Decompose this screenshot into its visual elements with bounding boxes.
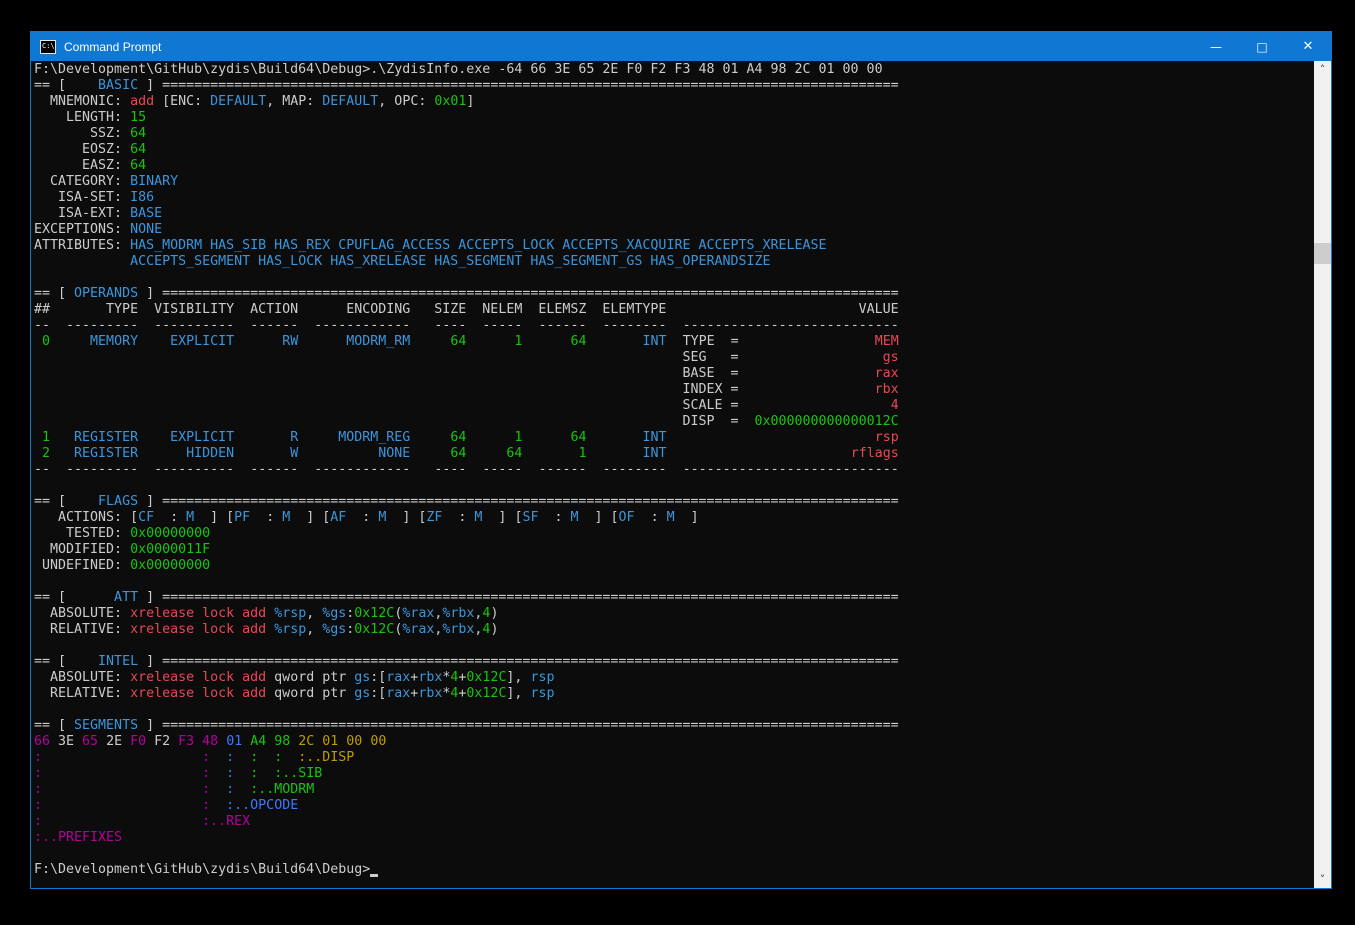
close-button[interactable]: ✕ <box>1285 32 1331 61</box>
terminal-line: EXCEPTIONS: NONE <box>34 222 1331 238</box>
terminal-line: 0 MEMORY EXPLICIT RW MODRM_RM 64 1 64 IN… <box>34 334 1331 350</box>
terminal-line: LENGTH: 15 <box>34 110 1331 126</box>
terminal-line: INDEX = rbx <box>34 382 1331 398</box>
scroll-down-icon[interactable]: ˅ <box>1314 871 1331 888</box>
terminal-line: F:\Development\GitHub\zydis\Build64\Debu… <box>34 862 1331 878</box>
terminal-line: == [ ATT ] =============================… <box>34 590 1331 606</box>
terminal-output: F:\Development\GitHub\zydis\Build64\Debu… <box>31 61 1331 878</box>
text-cursor <box>370 864 378 877</box>
terminal-line: TESTED: 0x00000000 <box>34 526 1331 542</box>
terminal-line: == [ OPERANDS ] ========================… <box>34 286 1331 302</box>
terminal-line: BASE = rax <box>34 366 1331 382</box>
desktop-background: C:\_ Command Prompt — □ ✕ F:\Development… <box>0 0 1355 925</box>
terminal-line: MNEMONIC: add [ENC: DEFAULT, MAP: DEFAUL… <box>34 94 1331 110</box>
terminal-line: == [ SEGMENTS ] ========================… <box>34 718 1331 734</box>
scroll-up-icon[interactable]: ˄ <box>1314 61 1331 78</box>
terminal-line: ABSOLUTE: xrelease lock add qword ptr gs… <box>34 670 1331 686</box>
terminal-line: 66 3E 65 2E F0 F2 F3 48 01 A4 98 2C 01 0… <box>34 734 1331 750</box>
terminal-line <box>34 846 1331 862</box>
terminal-line: ## TYPE VISIBILITY ACTION ENCODING SIZE … <box>34 302 1331 318</box>
terminal-line: ABSOLUTE: xrelease lock add %rsp, %gs:0x… <box>34 606 1331 622</box>
terminal-line: : : : :..MODRM <box>34 782 1331 798</box>
terminal-line: : :..REX <box>34 814 1331 830</box>
terminal-line: F:\Development\GitHub\zydis\Build64\Debu… <box>34 62 1331 78</box>
terminal-line: CATEGORY: BINARY <box>34 174 1331 190</box>
terminal-line: : : : : : :..DISP <box>34 750 1331 766</box>
terminal-line: :..PREFIXES <box>34 830 1331 846</box>
terminal-line <box>34 574 1331 590</box>
terminal-line: SSZ: 64 <box>34 126 1331 142</box>
terminal-line <box>34 702 1331 718</box>
terminal-line: SEG = gs <box>34 350 1331 366</box>
terminal-line: RELATIVE: xrelease lock add qword ptr gs… <box>34 686 1331 702</box>
terminal-line: ATTRIBUTES: HAS_MODRM HAS_SIB HAS_REX CP… <box>34 238 1331 254</box>
terminal-line: 2 REGISTER HIDDEN W NONE 64 64 1 INT rfl… <box>34 446 1331 462</box>
terminal-line: DISP = 0x000000000000012C <box>34 414 1331 430</box>
terminal-line: ISA-EXT: BASE <box>34 206 1331 222</box>
maximize-button[interactable]: □ <box>1239 32 1285 61</box>
terminal-line: MODIFIED: 0x0000011F <box>34 542 1331 558</box>
terminal-line: == [ BASIC ] ===========================… <box>34 78 1331 94</box>
terminal-line: SCALE = 4 <box>34 398 1331 414</box>
terminal-line: -- --------- ---------- ------ ---------… <box>34 318 1331 334</box>
terminal-line <box>34 478 1331 494</box>
terminal-line: : : :..OPCODE <box>34 798 1331 814</box>
terminal-line: == [ INTEL ] ===========================… <box>34 654 1331 670</box>
terminal-line: RELATIVE: xrelease lock add %rsp, %gs:0x… <box>34 622 1331 638</box>
terminal-line: ISA-SET: I86 <box>34 190 1331 206</box>
window-controls: — □ ✕ <box>1193 32 1331 61</box>
terminal-line: == [ FLAGS ] ===========================… <box>34 494 1331 510</box>
cmd-icon: C:\_ <box>40 40 56 54</box>
minimize-button[interactable]: — <box>1193 32 1239 61</box>
terminal-line: 1 REGISTER EXPLICIT R MODRM_REG 64 1 64 … <box>34 430 1331 446</box>
scrollbar-thumb[interactable] <box>1314 243 1331 264</box>
terminal-line: EASZ: 64 <box>34 158 1331 174</box>
scrollbar[interactable]: ˄ ˅ <box>1314 61 1331 888</box>
terminal-line <box>34 270 1331 286</box>
window-title: Command Prompt <box>64 40 161 54</box>
terminal-line: ACCEPTS_SEGMENT HAS_LOCK HAS_XRELEASE HA… <box>34 254 1331 270</box>
terminal-line: EOSZ: 64 <box>34 142 1331 158</box>
terminal-line: UNDEFINED: 0x00000000 <box>34 558 1331 574</box>
terminal-line: ACTIONS: [CF : M ] [PF : M ] [AF : M ] [… <box>34 510 1331 526</box>
command-prompt-window: C:\_ Command Prompt — □ ✕ F:\Development… <box>30 31 1332 889</box>
titlebar[interactable]: C:\_ Command Prompt — □ ✕ <box>31 32 1331 61</box>
terminal-line: : : : : :..SIB <box>34 766 1331 782</box>
console-viewport[interactable]: F:\Development\GitHub\zydis\Build64\Debu… <box>31 61 1331 888</box>
terminal-line <box>34 638 1331 654</box>
terminal-line: -- --------- ---------- ------ ---------… <box>34 462 1331 478</box>
